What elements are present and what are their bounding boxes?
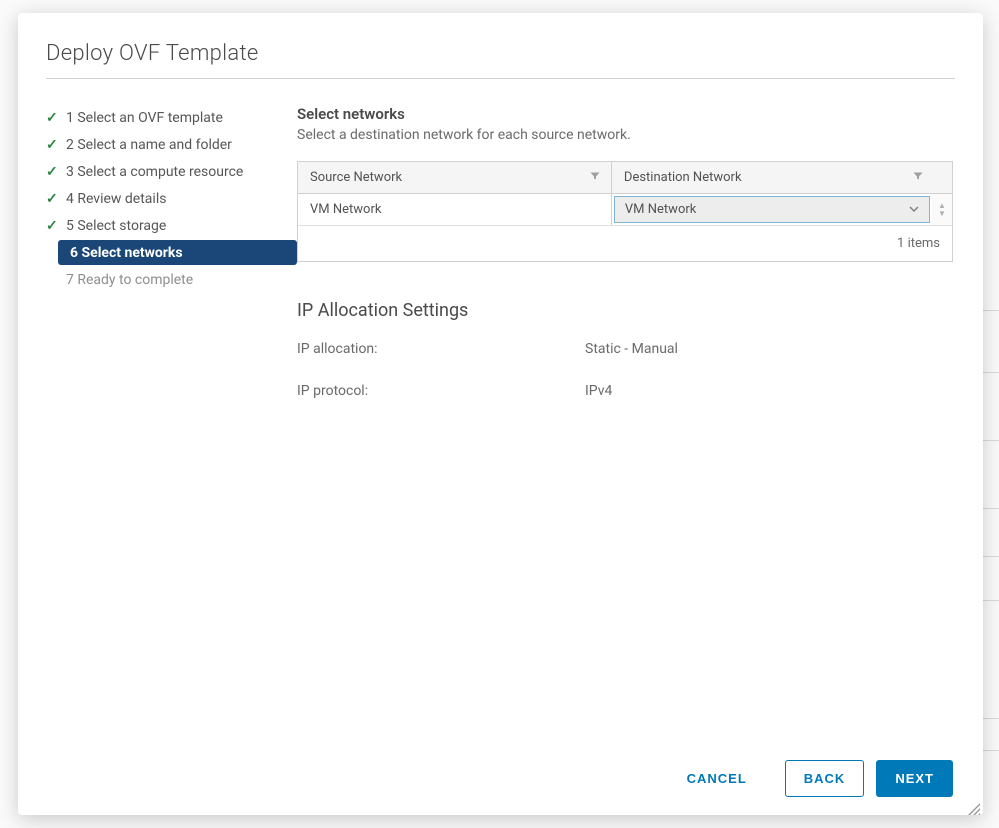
step-label: 6 Select networks [70,245,291,261]
step-label: 7 Ready to complete [66,272,291,288]
ip-protocol-value: IPv4 [585,383,612,399]
ip-protocol-row: IP protocol: IPv4 [297,383,953,399]
wizard-step-5[interactable]: ✓ 5 Select storage [40,213,297,238]
wizard-step-2[interactable]: ✓ 2 Select a name and folder [40,132,297,157]
wizard-step-7: 7 Ready to complete [40,267,297,292]
modal-header: Deploy OVF Template [18,13,983,91]
scroll-down-icon[interactable]: ▼ [938,210,946,218]
step-label: 3 Select a compute resource [66,164,291,180]
wizard-step-6[interactable]: 6 Select networks [58,240,297,265]
ip-allocation-title: IP Allocation Settings [297,300,953,321]
col-label: Destination Network [624,170,742,185]
check-icon: ✓ [46,137,66,153]
scroll-column[interactable]: ▲ ▼ [932,194,952,225]
title-divider [46,78,955,79]
chevron-down-icon [909,203,919,216]
ip-protocol-label: IP protocol: [297,383,585,399]
check-icon: ✓ [46,191,66,207]
wizard-step-1[interactable]: ✓ 1 Select an OVF template [40,105,297,130]
check-icon: ✓ [46,110,66,126]
filter-icon[interactable] [912,170,924,186]
wizard-step-4[interactable]: ✓ 4 Review details [40,186,297,211]
ip-allocation-row: IP allocation: Static - Manual [297,341,953,357]
col-label: Source Network [310,170,402,185]
content-title: Select networks [297,105,953,123]
next-button[interactable]: NEXT [876,760,953,797]
content-pane: Select networks Select a destination net… [297,91,983,744]
step-label: 1 Select an OVF template [66,110,291,126]
col-header-destination[interactable]: Destination Network [612,162,952,194]
table-footer: 1 items [298,225,952,261]
modal-body: ✓ 1 Select an OVF template ✓ 2 Select a … [18,91,983,744]
wizard-step-3[interactable]: ✓ 3 Select a compute resource [40,159,297,184]
filter-icon[interactable] [589,170,601,186]
step-label: 4 Review details [66,191,291,207]
modal-title: Deploy OVF Template [46,41,955,66]
content-subtitle: Select a destination network for each so… [297,127,953,143]
check-icon: ✓ [46,164,66,180]
step-label: 5 Select storage [66,218,291,234]
select-value: VM Network [625,202,696,217]
ip-allocation-label: IP allocation: [297,341,585,357]
check-icon: ✓ [46,218,66,234]
table-row: VM Network VM Network [298,194,952,225]
step-label: 2 Select a name and folder [66,137,291,153]
network-table: Source Network Destination Network [297,161,953,262]
modal-footer: CANCEL BACK NEXT [18,744,983,815]
wizard-sidebar: ✓ 1 Select an OVF template ✓ 2 Select a … [18,91,297,744]
cancel-button[interactable]: CANCEL [669,761,765,796]
ip-allocation-value: Static - Manual [585,341,678,357]
destination-network-select[interactable]: VM Network [614,196,930,223]
back-button[interactable]: BACK [785,760,865,797]
col-header-source[interactable]: Source Network [298,162,612,194]
deploy-ovf-modal: Deploy OVF Template ✓ 1 Select an OVF te… [18,13,983,815]
source-cell: VM Network [298,194,612,225]
